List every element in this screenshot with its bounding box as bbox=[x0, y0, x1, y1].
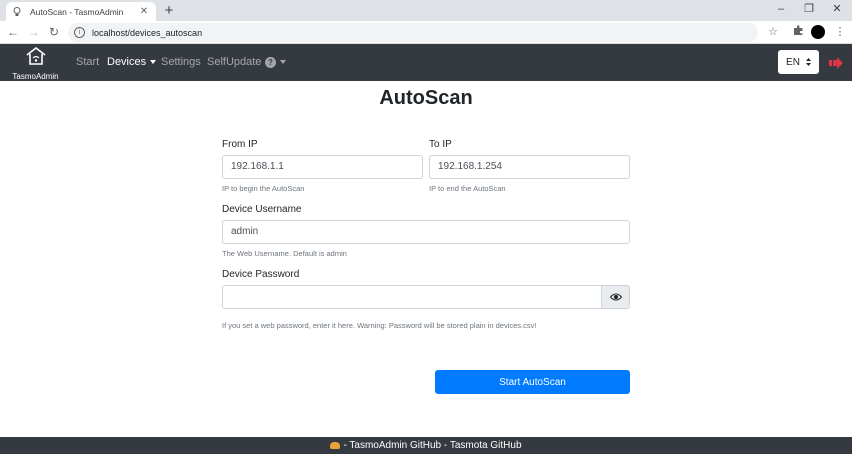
new-tab-button[interactable]: + bbox=[160, 2, 178, 20]
password-label: Device Password bbox=[222, 269, 300, 280]
footer: - TasmoAdmin GitHub - Tasmota GitHub bbox=[0, 437, 852, 454]
to-ip-label: To IP bbox=[429, 139, 452, 150]
brand-label: TasmoAdmin bbox=[12, 72, 59, 81]
back-arrow-icon[interactable]: ← bbox=[5, 24, 21, 40]
url-text: localhost/devices_autoscan bbox=[92, 27, 203, 38]
window-close-button[interactable]: ✕ bbox=[822, 0, 852, 21]
reload-icon[interactable]: ↻ bbox=[46, 24, 62, 40]
app-navbar: TasmoAdmin Start Devices Settings SelfUp… bbox=[0, 44, 852, 81]
info-icon[interactable]: i bbox=[74, 27, 85, 38]
from-ip-label: From IP bbox=[222, 139, 258, 150]
forward-arrow-icon[interactable]: → bbox=[26, 24, 42, 40]
password-input[interactable] bbox=[222, 285, 602, 309]
eye-icon bbox=[609, 293, 622, 301]
caret-down-icon bbox=[150, 60, 157, 65]
extensions-puzzle-icon[interactable] bbox=[791, 25, 805, 39]
tab-title: AutoScan - TasmoAdmin bbox=[30, 6, 124, 17]
username-label: Device Username bbox=[222, 204, 302, 215]
nav-devices-label: Devices bbox=[107, 56, 147, 68]
footer-links[interactable]: - TasmoAdmin GitHub - Tasmota GitHub bbox=[343, 440, 521, 451]
show-password-button[interactable] bbox=[601, 285, 630, 309]
nav-help[interactable]: ? bbox=[265, 56, 286, 68]
nav-settings[interactable]: Settings bbox=[161, 56, 201, 68]
browser-menu-icon[interactable]: ⋮ bbox=[833, 25, 847, 39]
nav-devices[interactable]: Devices bbox=[107, 56, 157, 68]
start-autoscan-button[interactable]: Start AutoScan bbox=[435, 370, 630, 394]
restore-button[interactable]: ❐ bbox=[794, 0, 824, 21]
username-help: The Web Username. Default is admin bbox=[222, 249, 347, 258]
from-ip-input[interactable]: 192.168.1.1 bbox=[222, 155, 423, 179]
to-ip-input[interactable]: 192.168.1.254 bbox=[429, 155, 630, 179]
from-ip-help: IP to begin the AutoScan bbox=[222, 184, 305, 193]
browser-tab-strip: AutoScan - TasmoAdmin ✕ + – ❐ ✕ bbox=[0, 0, 852, 21]
profile-avatar[interactable] bbox=[811, 25, 825, 39]
password-help: If you set a web password, enter it here… bbox=[222, 321, 537, 330]
browser-toolbar: ← → ↻ i localhost/devices_autoscan ☆ ⋮ bbox=[0, 21, 852, 44]
home-icon bbox=[26, 46, 45, 65]
logout-icon[interactable] bbox=[829, 56, 843, 74]
cloud-icon bbox=[330, 441, 341, 449]
lightbulb-icon bbox=[12, 6, 22, 17]
username-input[interactable]: admin bbox=[222, 220, 630, 244]
bookmark-star-icon[interactable]: ☆ bbox=[766, 25, 780, 39]
page-title: AutoScan bbox=[379, 87, 473, 109]
browser-tab[interactable]: AutoScan - TasmoAdmin ✕ bbox=[6, 2, 156, 21]
to-ip-help: IP to end the AutoScan bbox=[429, 184, 506, 193]
minimize-button[interactable]: – bbox=[766, 0, 796, 21]
language-value: EN bbox=[786, 56, 800, 68]
brand-logo[interactable]: TasmoAdmin bbox=[8, 46, 63, 81]
select-arrows-icon bbox=[805, 58, 811, 66]
nav-selfupdate[interactable]: SelfUpdate bbox=[207, 56, 261, 68]
address-bar[interactable]: i localhost/devices_autoscan bbox=[68, 23, 758, 42]
tab-close-icon[interactable]: ✕ bbox=[138, 6, 150, 17]
nav-start[interactable]: Start bbox=[76, 56, 99, 68]
help-question-icon: ? bbox=[265, 57, 276, 68]
language-select[interactable]: EN bbox=[778, 50, 819, 74]
caret-down-icon bbox=[280, 60, 286, 65]
